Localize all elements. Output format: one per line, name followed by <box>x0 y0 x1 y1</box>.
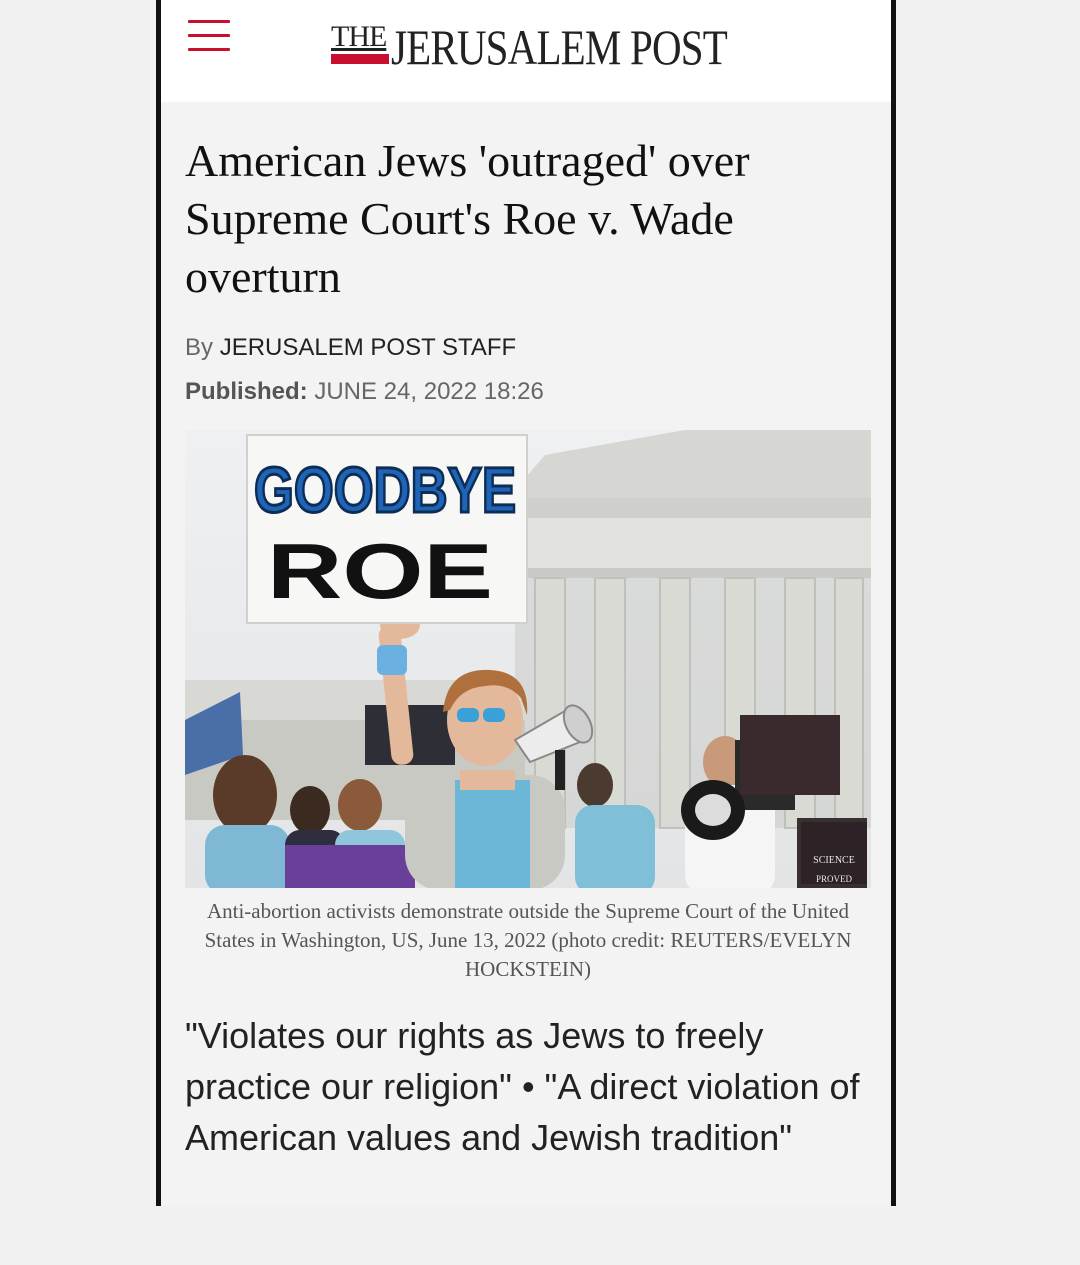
sign-text-proved: PROVED <box>816 874 853 884</box>
published-value: JUNE 24, 2022 18:26 <box>314 378 544 405</box>
byline-prefix: By <box>185 334 214 361</box>
sign-text-goodbye: GOODBYE <box>254 454 516 526</box>
sign-text-science: SCIENCE <box>813 855 855 866</box>
article-byline: By JERUSALEM POST STAFF <box>185 334 516 362</box>
logo-accent-bar <box>331 54 389 64</box>
logo-the: THE <box>331 20 387 53</box>
article-headline: American Jews 'outraged' over Supreme Co… <box>185 135 750 302</box>
article-subheadline: "Violates our rights as Jews to freely p… <box>185 1015 860 1158</box>
published-label: Published: <box>185 378 308 405</box>
photo-caption: Anti-abortion activists demonstrate outs… <box>204 899 852 981</box>
byline-author[interactable]: JERUSALEM POST STAFF <box>220 334 517 361</box>
published-date: Published: JUNE 24, 2022 18:26 <box>185 378 544 406</box>
hamburger-menu-icon[interactable] <box>188 20 230 60</box>
phone-screen: THE JERUSALEM POST American Jews 'outrag… <box>156 0 896 1206</box>
protest-photo: GOODBYE ROE SCIENCE PROVED <box>185 430 871 888</box>
article-photo: GOODBYE ROE SCIENCE PROVED <box>185 430 871 888</box>
logo-wordmark: JERUSALEM POST <box>391 19 728 75</box>
site-header: THE JERUSALEM POST <box>161 0 891 102</box>
sign-text-roe: ROE <box>267 527 493 615</box>
